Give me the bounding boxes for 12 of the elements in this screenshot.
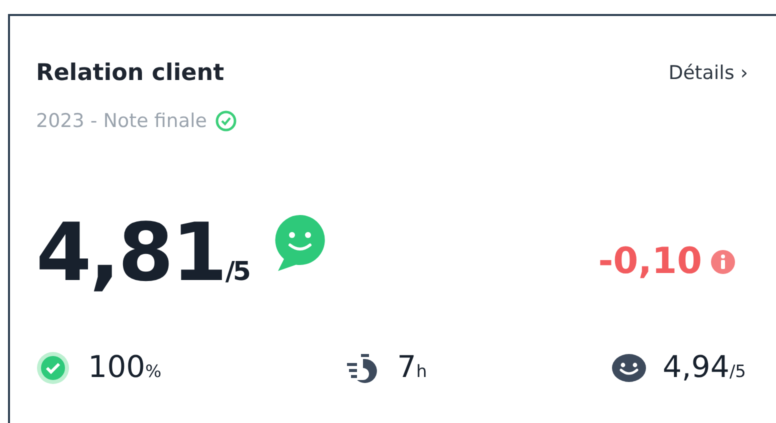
info-icon[interactable] [710,249,736,275]
stat-value: 7 h [397,349,427,387]
check-circle-icon [214,110,237,132]
card-title: Relation client [36,59,224,88]
stat-value: 100% [88,349,162,387]
stat-value: 4,94/5 [662,349,746,387]
check-circle-icon [36,350,72,384]
subtitle: 2023 - Note finale [36,108,207,134]
score-value: 4,81/5 [36,213,249,293]
details-link[interactable]: Détails › [668,59,748,88]
score-change: -0,10 [598,240,702,284]
smiley-chat-icon [272,213,327,273]
